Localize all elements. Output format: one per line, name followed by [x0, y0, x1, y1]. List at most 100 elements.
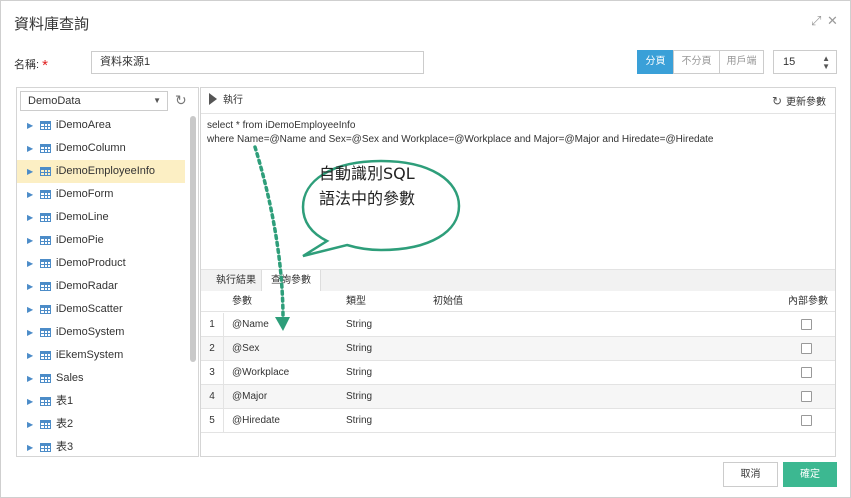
play-icon — [209, 93, 217, 106]
refresh-icon[interactable]: ↻ — [175, 92, 187, 108]
table-icon — [40, 167, 51, 176]
run-button[interactable]: 執行 — [209, 93, 243, 108]
internal-param-checkbox[interactable] — [801, 415, 812, 426]
internal-param-checkbox[interactable] — [801, 319, 812, 330]
cancel-button[interactable]: 取消 — [723, 462, 778, 487]
table-icon — [40, 121, 51, 130]
tree-item-sales[interactable]: ▶ Sales — [17, 367, 185, 390]
expand-arrow-icon[interactable]: ▶ — [27, 436, 33, 458]
table-row[interactable]: 3 @Workplace String — [201, 361, 835, 385]
table-icon — [40, 397, 51, 406]
table-list-panel: DemoData ▼ ↻ ▶ iDemoArea ▶ iDemoColumn ▶ iD… — [16, 87, 199, 457]
expand-arrow-icon[interactable]: ▶ — [27, 114, 33, 137]
tree-item-table2[interactable]: ▶ 表2 — [17, 413, 185, 436]
dialog-title: 資料庫查詢 — [14, 16, 90, 33]
query-toolbar: 執行 ↻ 更新參數 — [201, 88, 835, 114]
caret-down-icon: ▼ — [153, 96, 161, 105]
internal-param-checkbox[interactable] — [801, 391, 812, 402]
expand-arrow-icon[interactable]: ▶ — [27, 298, 33, 321]
table-icon — [40, 420, 51, 429]
paging-option-client[interactable]: 用戶端 — [719, 50, 764, 74]
paging-option-no-paging[interactable]: 不分頁 — [673, 50, 720, 74]
expand-arrow-icon[interactable]: ▶ — [27, 206, 33, 229]
tree-item-table1[interactable]: ▶ 表1 — [17, 390, 185, 413]
param-type[interactable]: String — [346, 361, 372, 384]
database-query-dialog: 資料庫查詢 ⤢ ✕ 名稱: * 資料來源1 分頁 不分頁 用戶端 15 ▲ ▼ D… — [0, 0, 851, 498]
param-type[interactable]: String — [346, 337, 372, 360]
tree-item-idemoarea[interactable]: ▶ iDemoArea — [17, 114, 185, 137]
tree-item-label: 表1 — [56, 395, 74, 407]
expand-arrow-icon[interactable]: ▶ — [27, 275, 33, 298]
close-icon[interactable]: ✕ — [827, 13, 838, 29]
database-select[interactable]: DemoData ▼ — [20, 91, 168, 111]
tree-item-idemocolumn[interactable]: ▶ iDemoColumn — [17, 137, 185, 160]
table-icon — [40, 374, 51, 383]
name-input[interactable]: 資料來源1 — [91, 51, 424, 74]
tree-item-iekemsystem[interactable]: ▶ iEkemSystem — [17, 344, 185, 367]
refresh-icon: ↻ — [771, 94, 782, 108]
tree-item-idemoproduct[interactable]: ▶ iDemoProduct — [17, 252, 185, 275]
update-params-button[interactable]: ↻ 更新參數 — [772, 94, 826, 110]
table-icon — [40, 190, 51, 199]
tree-item-label: iDemoProduct — [56, 257, 126, 269]
expand-arrow-icon[interactable]: ▶ — [27, 229, 33, 252]
param-name: @Sex — [232, 343, 260, 354]
table-row[interactable]: 5 @Hiredate String — [201, 409, 835, 433]
table-row[interactable]: 2 @Sex String — [201, 337, 835, 361]
tree-item-idemoemployeeinfo[interactable]: ▶ iDemoEmployeeInfo — [17, 160, 185, 183]
tree-item-idemopie[interactable]: ▶ iDemoPie — [17, 229, 185, 252]
tree-item-table3[interactable]: ▶ 表3 — [17, 436, 185, 458]
callout-line-2: 語法中的參數 — [319, 189, 416, 208]
tree-item-label: 表3 — [56, 441, 74, 453]
tree-item-label: 表2 — [56, 418, 74, 430]
param-type[interactable]: String — [346, 409, 372, 432]
table-tree: ▶ iDemoArea ▶ iDemoColumn ▶ iDemoEmployeeIn… — [17, 114, 189, 458]
tree-item-idemoradar[interactable]: ▶ iDemoRadar — [17, 275, 185, 298]
param-name: @Workplace — [232, 367, 290, 378]
expand-arrow-icon[interactable]: ▶ — [27, 344, 33, 367]
internal-param-checkbox[interactable] — [801, 367, 812, 378]
table-icon — [40, 236, 51, 245]
expand-arrow-icon[interactable]: ▶ — [27, 413, 33, 436]
stepper-down-icon[interactable]: ▼ — [822, 63, 830, 71]
required-mark: * — [42, 57, 48, 74]
expand-arrow-icon[interactable]: ▶ — [27, 252, 33, 275]
tree-item-label: iDemoArea — [56, 119, 112, 131]
expand-arrow-icon[interactable]: ▶ — [27, 390, 33, 413]
tree-item-label: iDemoEmployeeInfo — [56, 165, 156, 177]
param-type[interactable]: String — [346, 385, 372, 408]
tree-scrollbar[interactable] — [190, 116, 196, 362]
internal-param-checkbox[interactable] — [801, 343, 812, 354]
callout-text: 自動識別SQL 語法中的參數 — [319, 161, 449, 211]
dotted-arrow-path — [253, 145, 285, 321]
ok-button[interactable]: 確定 — [783, 462, 837, 487]
expand-arrow-icon[interactable]: ▶ — [27, 160, 33, 183]
tree-item-label: Sales — [56, 372, 84, 384]
tree-item-idemosystem[interactable]: ▶ iDemoSystem — [17, 321, 185, 344]
tree-item-idemoscatter[interactable]: ▶ iDemoScatter — [17, 298, 185, 321]
page-size-stepper[interactable]: 15 ▲ ▼ — [773, 50, 837, 74]
update-params-label: 更新參數 — [786, 97, 826, 108]
param-name: @Major — [232, 391, 268, 402]
row-number: 1 — [201, 313, 224, 336]
expand-arrow-icon[interactable]: ▶ — [27, 321, 33, 344]
table-icon — [40, 213, 51, 222]
tree-item-label: iDemoSystem — [56, 326, 125, 338]
name-label-text: 名稱: — [14, 59, 40, 71]
expand-icon[interactable]: ⤢ — [811, 13, 821, 29]
tree-item-idemoline[interactable]: ▶ iDemoLine — [17, 206, 185, 229]
database-select-value: DemoData — [28, 95, 81, 107]
paging-option-paged[interactable]: 分頁 — [637, 50, 674, 74]
tree-item-label: iEkemSystem — [56, 349, 124, 361]
sql-line-1: select * from iDemoEmployeeInfo — [207, 120, 356, 131]
expand-arrow-icon[interactable]: ▶ — [27, 137, 33, 160]
table-row[interactable]: 4 @Major String — [201, 385, 835, 409]
expand-arrow-icon[interactable]: ▶ — [27, 183, 33, 206]
expand-arrow-icon[interactable]: ▶ — [27, 367, 33, 390]
run-button-label: 執行 — [223, 95, 243, 106]
tree-item-label: iDemoRadar — [56, 280, 118, 292]
row-number: 5 — [201, 409, 224, 432]
table-icon — [40, 282, 51, 291]
table-icon — [40, 305, 51, 314]
tree-item-idemoform[interactable]: ▶ iDemoForm — [17, 183, 185, 206]
